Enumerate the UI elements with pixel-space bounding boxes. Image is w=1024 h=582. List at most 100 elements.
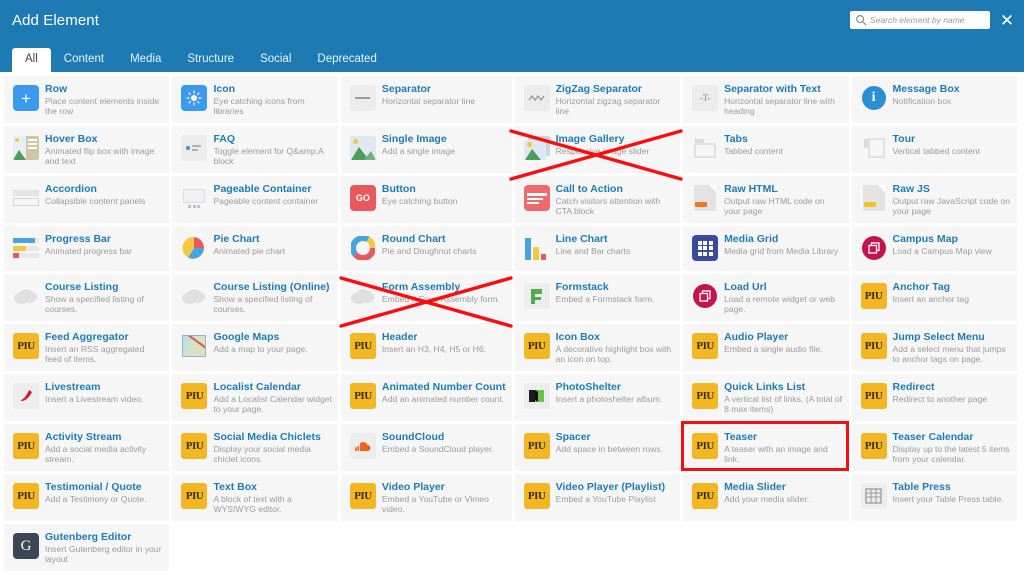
element-card-activity-stream[interactable]: P I U Activity Stream Add a social media act…	[4, 424, 173, 474]
element-card-title: Quick Links List	[724, 381, 806, 393]
tabs-icon	[692, 135, 718, 161]
element-card-load-url[interactable]: Load Url Load a remote widget or web page…	[683, 274, 852, 324]
element-card-localist-calendar[interactable]: P I U Localist Calendar Add a Localist Calen…	[172, 374, 341, 424]
element-card-pie-chart[interactable]: Pie Chart Animated pie chart	[172, 226, 341, 274]
element-card-single-image[interactable]: Single Image Add a single image	[340, 126, 515, 176]
element-card-teaser[interactable]: P I U Teaser A teaser with an image and link…	[681, 421, 852, 474]
plu-icon: PIU	[13, 333, 39, 359]
element-card-title: Course Listing (Online)	[213, 281, 330, 293]
tab-content[interactable]: Content	[51, 48, 117, 74]
element-card-faq[interactable]: FAQ Toggle element for Q&amp;A block	[172, 126, 341, 176]
element-card-text: Activity Stream Add a social media activi…	[45, 431, 163, 464]
element-card-icon-box[interactable]: P I U Icon Box A decorative highlight box wi…	[514, 324, 684, 374]
element-card-description: Responsive image slider	[555, 146, 650, 156]
go-button-icon: GO	[349, 185, 376, 211]
element-card-description: Horizontal separator line	[381, 96, 476, 106]
faq-icon	[181, 135, 208, 161]
element-card-anchor-tag[interactable]: P I U Anchor Tag Insert an anchor tag	[851, 274, 1020, 324]
element-card-raw-js[interactable]: Raw JS Output raw JavaScript code on your…	[851, 176, 1020, 226]
element-card-teaser-calendar[interactable]: P I U Teaser Calendar Display up to the late…	[851, 424, 1020, 474]
element-card-header[interactable]: P I U Header Insert an H3, H4, H5 or H6.	[340, 324, 515, 374]
element-card-text-box[interactable]: P I U Text Box A block of text with a WYSIWY…	[172, 474, 341, 524]
element-card-title: Pageable Container	[213, 183, 312, 195]
element-card-round-chart[interactable]: Round Chart Pie and Doughnut charts	[340, 226, 515, 274]
element-card-text: Message Box Notification box	[893, 83, 960, 106]
element-card-title: Separator	[381, 83, 431, 95]
element-card-pageable-container[interactable]: Pageable Container Pageable content conta…	[172, 176, 341, 226]
plu-icon: PIU	[181, 383, 208, 409]
close-icon[interactable]: ✕	[996, 9, 1018, 31]
cloud-icon	[350, 283, 376, 309]
search-input[interactable]	[870, 15, 985, 25]
element-card-video-player[interactable]: P I U Video Player Embed a YouTube or Vimeo …	[340, 474, 515, 524]
tab-social[interactable]: Social	[247, 48, 304, 74]
element-card-jump-select-menu[interactable]: P I U Jump Select Menu Add a select menu tha…	[851, 324, 1020, 374]
element-card-separator-with-text[interactable]: -T- Separator with Text Horizontal separat…	[683, 76, 852, 126]
element-card-button[interactable]: GO Button Eye catching button	[340, 176, 515, 226]
element-card-accordion[interactable]: Accordion Collapsible content panels	[4, 176, 173, 226]
element-card-raw-html[interactable]: Raw HTML Output raw HTML code on your pag…	[683, 176, 852, 226]
element-card-image-gallery[interactable]: Image Gallery Responsive image slider	[514, 126, 684, 176]
element-card-course-listing[interactable]: Course Listing Show a specified listing o…	[4, 274, 173, 324]
table-press-icon	[860, 483, 887, 509]
tab-media[interactable]: Media	[117, 48, 174, 74]
load-url-icon	[692, 283, 718, 309]
element-card-course-listing-online[interactable]: Course Listing (Online) Show a specified …	[172, 274, 341, 324]
element-card-text: Line Chart Line and Bar charts	[556, 233, 631, 256]
element-card-description: Display up to the latest 5 items from yo…	[892, 444, 1010, 464]
element-card-tour[interactable]: Tour Vertical tabbed content	[851, 126, 1020, 176]
element-card-social-media-chiclets[interactable]: P I U Social Media Chiclets Display your soc…	[172, 424, 341, 474]
element-card-zigzag-separator[interactable]: ZigZag Separator Horizontal zigzag separa…	[514, 76, 684, 126]
soundcloud-icon	[349, 433, 376, 459]
element-card-google-maps[interactable]: Google Maps Add a map to your page.	[172, 324, 341, 374]
element-card-testimonial-quote[interactable]: P I U Testimonial / Quote Add a Testimony or…	[4, 474, 173, 524]
element-card-text: SoundCloud Embed a SoundCloud player.	[382, 431, 494, 454]
search-box[interactable]	[850, 11, 990, 29]
element-card-title: PhotoShelter	[555, 381, 621, 393]
element-card-formstack[interactable]: Formstack Embed a Formstack form.	[514, 274, 684, 324]
element-card-line-chart[interactable]: Line Chart Line and Bar charts	[514, 226, 684, 274]
element-card-audio-player[interactable]: P I U Audio Player Embed a single audio file…	[683, 324, 852, 374]
element-card-quick-links-list[interactable]: P I U Quick Links List A vertical list of li…	[683, 374, 852, 424]
element-card-description: Catch visitors attention with CTA block	[555, 196, 661, 216]
element-card-soundcloud[interactable]: SoundCloud Embed a SoundCloud player.	[340, 424, 515, 474]
element-card-video-player-playlist[interactable]: P I U Video Player (Playlist) Embed a YouTub…	[514, 474, 684, 524]
element-card-spacer[interactable]: P I U Spacer Add space in between rows.	[514, 424, 684, 474]
element-card-gutenberg-editor[interactable]: G Gutenberg Editor Insert Gutenberg editor…	[4, 524, 173, 574]
tab-deprecated[interactable]: Deprecated	[304, 48, 389, 74]
tab-all[interactable]: All	[12, 47, 51, 73]
element-card-media-slider[interactable]: P I U Media Slider Add your media slider.	[683, 474, 852, 524]
element-card-livestream[interactable]: Livestream Insert a Livestream video.	[4, 374, 173, 424]
sun-icon	[181, 85, 208, 111]
element-card-row[interactable]: + Row Place content elements inside the ro…	[4, 76, 173, 126]
element-card-text: Form Assembly Embed a Form Assembly form.	[382, 281, 500, 304]
element-card-hover-box[interactable]: Hover Box Animated flip box with image an…	[4, 126, 173, 176]
element-card-form-assembly[interactable]: Form Assembly Embed a Form Assembly form.	[340, 274, 515, 324]
element-card-description: Insert Gutenberg editor in your layout	[45, 544, 162, 564]
element-card-title: Jump Select Menu	[892, 331, 985, 343]
element-card-media-grid[interactable]: Media Grid Media grid from Media Library	[683, 226, 852, 274]
element-card-campus-map[interactable]: Campus Map Load a Campus Map view	[851, 226, 1020, 274]
element-card-progress-bar[interactable]: Progress Bar Animated progress bar	[4, 226, 173, 274]
element-card-description: Insert an anchor tag	[892, 294, 969, 304]
element-card-icon[interactable]: Icon Eye catching icons from libraries	[172, 76, 341, 126]
element-card-text: Quick Links List A vertical list of links…	[724, 381, 842, 414]
element-card-title: Spacer	[555, 431, 591, 443]
element-card-animated-number-count[interactable]: P I U Animated Number Count Add an animated …	[340, 374, 515, 424]
plu-icon: PIU	[523, 333, 550, 359]
element-card-redirect[interactable]: P I U Redirect Redirect to another page	[851, 374, 1020, 424]
element-card-call-to-action[interactable]: Call to Action Catch visitors attention w…	[514, 176, 684, 226]
element-card-tabs[interactable]: Tabs Tabbed content	[683, 126, 852, 176]
element-card-separator[interactable]: Separator Horizontal separator line	[340, 76, 515, 126]
element-card-title: Message Box	[892, 83, 960, 95]
element-card-description: Embed a YouTube Playlist	[555, 494, 656, 504]
element-card-table-press[interactable]: Table Press Insert your Table Press table…	[851, 474, 1020, 524]
element-card-text: Separator Horizontal separator line	[382, 83, 475, 106]
tab-structure[interactable]: Structure	[174, 48, 247, 74]
element-card-feed-aggregator[interactable]: P I U Feed Aggregator Insert an RSS aggregat…	[4, 324, 173, 374]
element-card-message-box[interactable]: i Message Box Notification box	[851, 76, 1020, 126]
empty-cell	[172, 524, 341, 574]
element-card-photoshelter[interactable]: PhotoShelter Insert a photoshelter album.	[514, 374, 684, 424]
element-card-description: Embed a YouTube or Vimeo video.	[381, 494, 489, 514]
element-card-description: Output raw HTML code on your page	[724, 196, 825, 216]
